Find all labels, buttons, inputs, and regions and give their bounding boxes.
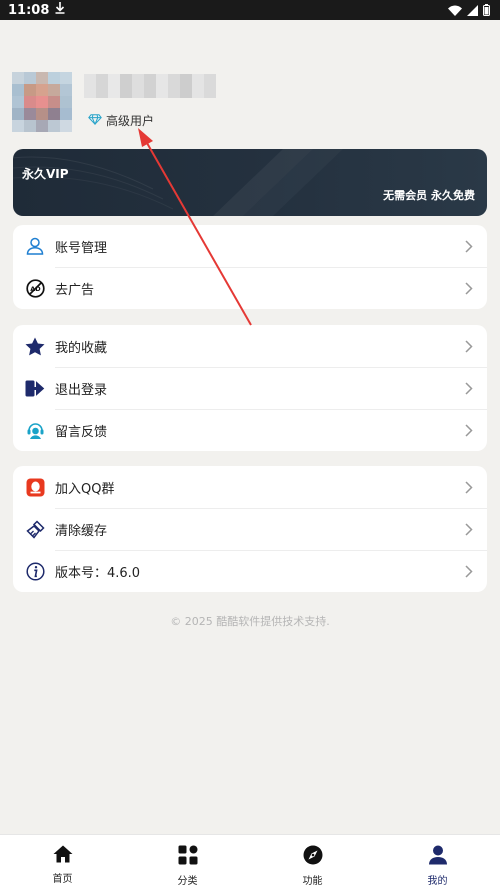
copyright-text: © 2025 酷酷软件提供技术支持. [170, 615, 330, 628]
chevron-right-icon [463, 522, 475, 536]
settings-group-misc: 加入QQ群 清除缓存 版本号：4.6.0 [13, 466, 487, 592]
broom-icon [25, 519, 45, 539]
wifi-icon [448, 5, 462, 16]
tab-label: 我的 [427, 876, 448, 887]
vip-title: 永久VIP [22, 167, 69, 181]
grid-icon [178, 845, 198, 869]
profile-section: 高级用户 [12, 72, 488, 142]
logout-icon [25, 378, 45, 398]
user-icon [25, 236, 45, 256]
username-blurred [84, 74, 216, 98]
menu-item-label: 版本号：4.6.0 [55, 565, 141, 581]
menu-item-label: 去广告 [55, 282, 95, 298]
user-level-badge: 高级用户 [88, 112, 154, 129]
vip-subtitle: 无需会员 永久免费 [383, 189, 475, 202]
menu-item-label: 账号管理 [55, 240, 108, 256]
bottom-nav: 首页 分类 功能 我的 [0, 834, 500, 889]
chevron-right-icon [463, 281, 475, 295]
menu-item-label: 清除缓存 [55, 523, 108, 539]
avatar[interactable] [12, 72, 72, 132]
tab-label: 首页 [52, 874, 73, 885]
menu-item-remove-ads[interactable]: AD 去广告 [13, 267, 487, 309]
menu-item-label: 留言反馈 [55, 424, 108, 440]
vip-card-decoration [13, 149, 313, 216]
menu-item-feedback[interactable]: 留言反馈 [13, 409, 487, 451]
battery-icon [483, 4, 490, 16]
signal-icon [467, 4, 478, 16]
no-ads-icon: AD [25, 278, 45, 298]
person-icon [428, 845, 448, 869]
tab-mine[interactable]: 我的 [375, 835, 500, 889]
feedback-icon [25, 420, 45, 440]
menu-item-label: 退出登录 [55, 382, 108, 398]
chevron-right-icon [463, 480, 475, 494]
status-time: 11:08 [8, 2, 50, 18]
chevron-right-icon [463, 423, 475, 437]
star-icon [25, 336, 45, 356]
diamond-icon [88, 113, 102, 128]
menu-item-favorites[interactable]: 我的收藏 [13, 325, 487, 367]
menu-item-logout[interactable]: 退出登录 [13, 367, 487, 409]
home-icon [53, 845, 73, 867]
menu-item-label: 我的收藏 [55, 340, 108, 356]
qq-icon [25, 477, 45, 497]
vip-card[interactable]: 永久VIP 无需会员 永久免费 [13, 149, 487, 216]
chevron-right-icon [463, 381, 475, 395]
chevron-right-icon [463, 339, 475, 353]
chevron-right-icon [463, 239, 475, 253]
tab-home[interactable]: 首页 [0, 835, 125, 889]
status-icons [448, 4, 490, 16]
menu-item-label: 加入QQ群 [55, 481, 115, 497]
tab-features[interactable]: 功能 [250, 835, 375, 889]
status-bar: 11:08 [0, 0, 500, 20]
menu-item-clear-cache[interactable]: 清除缓存 [13, 508, 487, 550]
svg-text:AD: AD [30, 285, 41, 293]
tab-label: 分类 [177, 876, 198, 887]
settings-group-user: 我的收藏 退出登录 留言反馈 [13, 325, 487, 451]
user-level-label: 高级用户 [106, 114, 155, 128]
compass-icon [303, 845, 323, 869]
menu-item-account[interactable]: 账号管理 [13, 225, 487, 267]
menu-item-version[interactable]: 版本号：4.6.0 [13, 550, 487, 592]
menu-item-join-qq[interactable]: 加入QQ群 [13, 466, 487, 508]
status-left: 11:08 [8, 2, 65, 18]
info-icon [25, 561, 45, 581]
chevron-right-icon [463, 564, 475, 578]
settings-group-account: 账号管理 AD 去广告 [13, 225, 487, 309]
tab-label: 功能 [302, 876, 323, 887]
download-icon [55, 2, 65, 18]
tab-category[interactable]: 分类 [125, 835, 250, 889]
